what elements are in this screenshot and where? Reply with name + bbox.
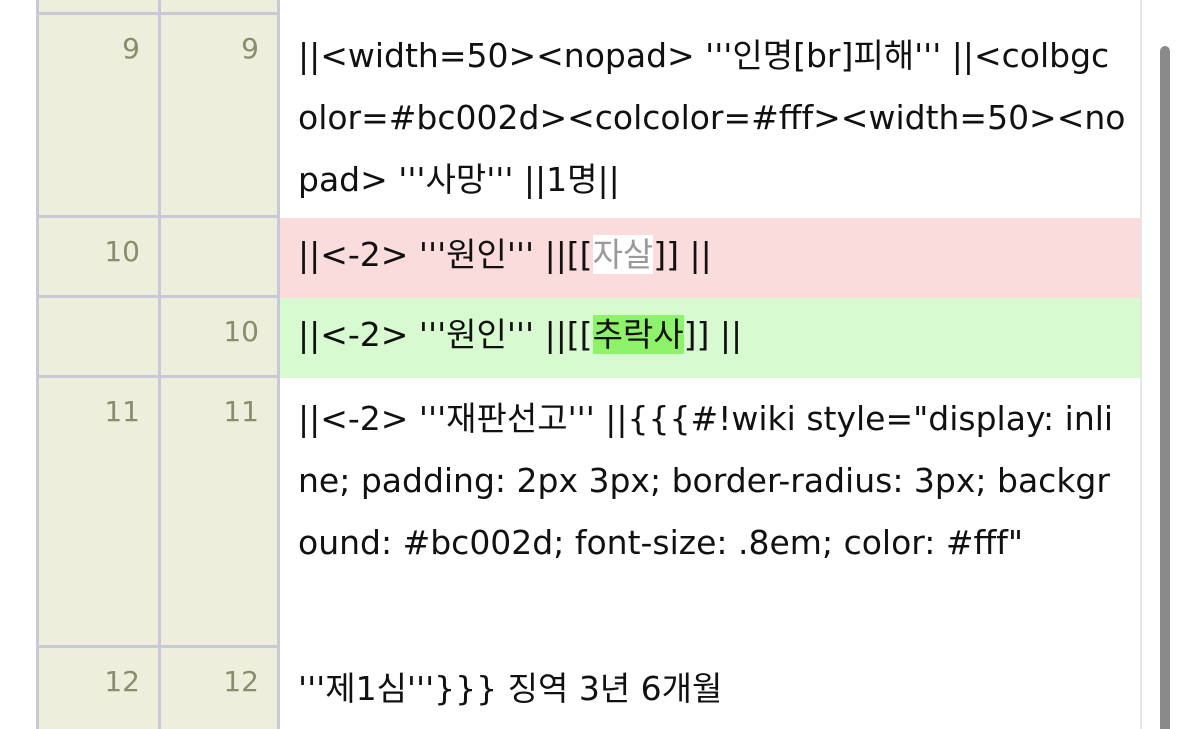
old-line-number: 9 bbox=[36, 15, 158, 218]
diff-row: 12 12 '''제1심'''}}} 징역 3년 6개월 bbox=[36, 648, 1140, 729]
code-line: || ''' ''' ||[[ ]] || bbox=[280, 0, 1140, 15]
diff-row-deleted: 10 ||<-2> '''원인''' ||[[자살]] || bbox=[36, 218, 1140, 298]
code-prefix: ||<-2> '''원인''' ||[[ bbox=[298, 315, 593, 354]
new-line-number: 12 bbox=[158, 648, 280, 729]
gutter-edge bbox=[0, 0, 36, 729]
deleted-word: 자살 bbox=[592, 235, 654, 274]
code-line: ||<-2> '''원인''' ||[[추락사]] || bbox=[280, 298, 1140, 378]
code-line: ||<-2> '''원인''' ||[[자살]] || bbox=[280, 218, 1140, 298]
old-line-number: 12 bbox=[36, 648, 158, 729]
code-line: '''제1심'''}}} 징역 3년 6개월 bbox=[280, 648, 1140, 729]
new-line-number bbox=[158, 0, 280, 15]
scrollbar-thumb[interactable] bbox=[1160, 46, 1170, 729]
diff-view: || ''' ''' ||[[ ]] || 9 9 ||<width=50><n… bbox=[0, 0, 1140, 729]
old-line-number: 10 bbox=[36, 218, 158, 298]
code-prefix: ||<-2> '''원인''' ||[[ bbox=[298, 235, 593, 274]
code-text: ||<-2> '''재판선고''' ||{{{#!wiki style="dis… bbox=[298, 399, 1114, 562]
new-line-number: 10 bbox=[158, 298, 280, 378]
diff-row: 11 11 ||<-2> '''재판선고''' ||{{{#!wiki styl… bbox=[36, 378, 1140, 648]
diff-row-inserted: 10 ||<-2> '''원인''' ||[[추락사]] || bbox=[36, 298, 1140, 378]
code-suffix: ]] || bbox=[683, 315, 743, 354]
code-line: ||<width=50><nopad> '''인명[br]피해''' ||<co… bbox=[280, 15, 1140, 218]
old-line-number: 11 bbox=[36, 378, 158, 648]
inserted-word: 추락사 bbox=[592, 315, 684, 354]
old-line-number bbox=[36, 0, 158, 15]
scrollbar[interactable] bbox=[1140, 0, 1179, 729]
code-line: ||<-2> '''재판선고''' ||{{{#!wiki style="dis… bbox=[280, 378, 1140, 648]
code-text: '''제1심'''}}} 징역 3년 6개월 bbox=[298, 669, 723, 708]
code-suffix: ]] || bbox=[653, 235, 712, 274]
new-line-number: 9 bbox=[158, 15, 280, 218]
diff-row: 9 9 ||<width=50><nopad> '''인명[br]피해''' |… bbox=[36, 15, 1140, 218]
old-line-number bbox=[36, 298, 158, 378]
code-text: ||<width=50><nopad> '''인명[br]피해''' ||<co… bbox=[298, 36, 1126, 199]
new-line-number bbox=[158, 218, 280, 298]
diff-row: || ''' ''' ||[[ ]] || bbox=[36, 0, 1140, 15]
new-line-number: 11 bbox=[158, 378, 280, 648]
